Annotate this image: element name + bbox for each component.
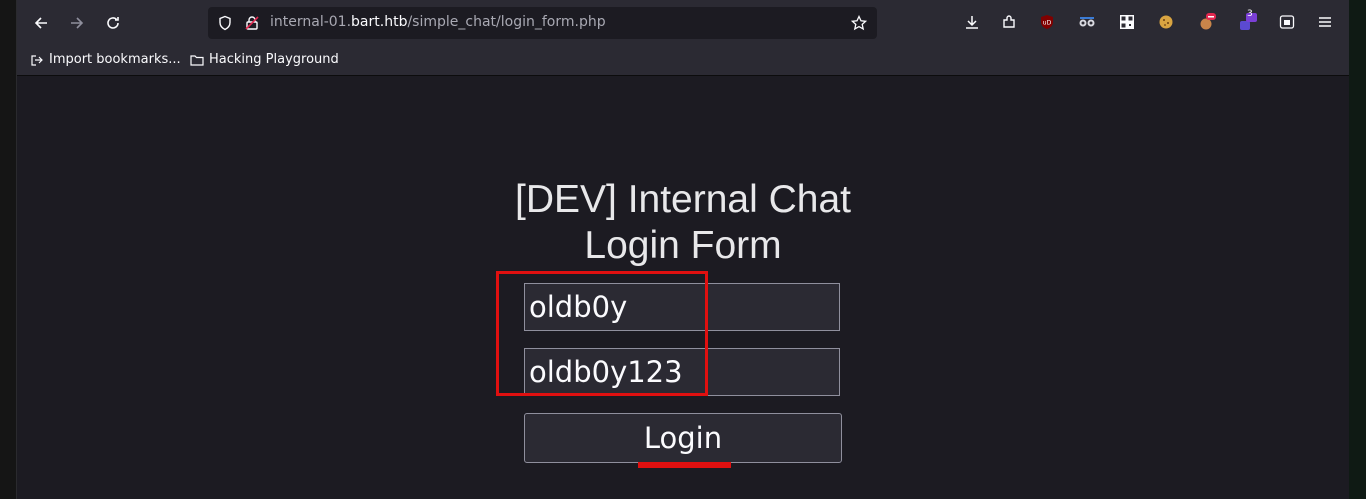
bookmarks-bar: Import bookmarks... Hacking Playground — [17, 46, 1349, 76]
qr-code-icon[interactable] — [1118, 13, 1136, 31]
annotation-highlight-box — [496, 271, 708, 396]
badge-extension-icon[interactable]: 3 — [1239, 9, 1257, 31]
desktop-right-edge — [1348, 0, 1366, 499]
login-button[interactable]: Login — [524, 413, 842, 463]
star-icon[interactable] — [851, 15, 867, 31]
insecure-lock-icon[interactable] — [244, 15, 260, 31]
extensions-icon[interactable] — [1000, 13, 1018, 31]
cookie-icon[interactable] — [1157, 13, 1175, 31]
bookmark-import[interactable]: Import bookmarks... — [30, 52, 181, 67]
hamburger-menu-icon[interactable] — [1316, 13, 1334, 31]
url-bar[interactable]: internal-01.bart.htb/simple_chat/login_f… — [208, 7, 877, 39]
bookmark-folder-hacking-playground[interactable]: Hacking Playground — [190, 52, 339, 67]
page-title-line1: [DEV] Internal Chat — [515, 178, 851, 221]
svg-text:uD: uD — [1043, 20, 1052, 27]
blocked-extension-icon[interactable] — [1198, 13, 1216, 31]
reload-button[interactable] — [98, 8, 128, 38]
container-extension-icon[interactable] — [1278, 13, 1296, 31]
arrow-left-icon — [34, 17, 47, 29]
extension-badge-count: 3 — [1247, 9, 1253, 19]
annotation-underline — [638, 462, 731, 468]
import-icon — [31, 54, 43, 66]
download-icon[interactable] — [963, 13, 981, 31]
nav-toolbar: internal-01.bart.htb/simple_chat/login_f… — [17, 0, 1349, 46]
page-content: [DEV] Internal Chat Login Form Login — [17, 76, 1349, 499]
page-title-line2: Login Form — [584, 224, 782, 267]
bookmark-label: Hacking Playground — [209, 52, 339, 67]
arrow-right-icon — [71, 17, 84, 29]
folder-icon — [190, 54, 204, 66]
forward-button[interactable] — [62, 8, 92, 38]
ublock-icon[interactable]: uD — [1038, 13, 1056, 31]
desktop-left-edge — [0, 0, 17, 499]
back-button[interactable] — [26, 8, 56, 38]
shield-icon[interactable] — [217, 15, 233, 31]
browser-window: internal-01.bart.htb/simple_chat/login_f… — [17, 0, 1349, 499]
url-text[interactable]: internal-01.bart.htb/simple_chat/login_f… — [270, 14, 606, 30]
glasses-extension-icon[interactable] — [1078, 13, 1096, 31]
reload-icon — [107, 17, 119, 29]
bookmark-label: Import bookmarks... — [49, 52, 181, 67]
